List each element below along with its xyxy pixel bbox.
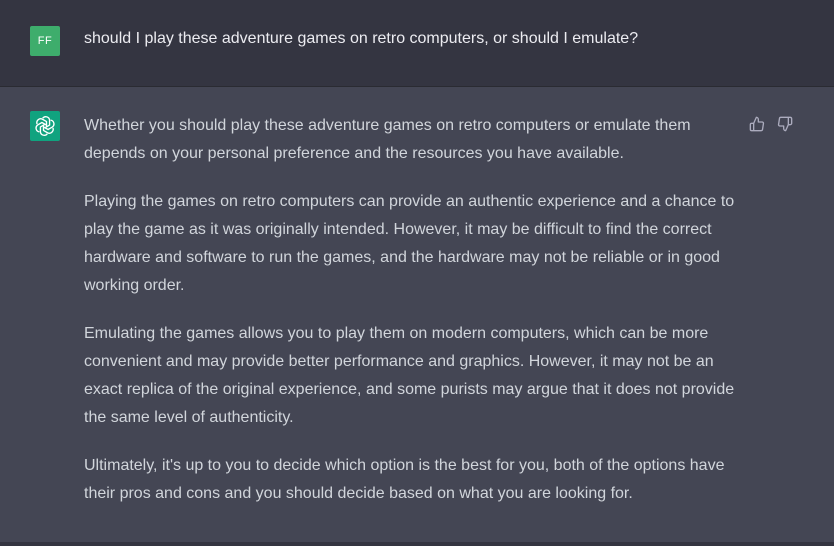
assistant-paragraph: Emulating the games allows you to play t…	[84, 325, 735, 426]
thumbs-down-button[interactable]	[776, 115, 794, 133]
user-message-text: should I play these adventure games on r…	[84, 30, 639, 47]
user-message-row: FF should I play these adventure games o…	[0, 0, 834, 87]
bottom-divider	[0, 542, 834, 546]
assistant-paragraph: Whether you should play these adventure …	[84, 117, 691, 162]
assistant-message-row: Whether you should play these adventure …	[0, 87, 834, 542]
thumbs-down-icon	[777, 116, 793, 132]
user-avatar: FF	[30, 26, 60, 56]
openai-logo-icon	[35, 116, 55, 136]
assistant-paragraph: Playing the games on retro computers can…	[84, 193, 735, 294]
assistant-avatar	[30, 111, 60, 141]
assistant-message-body: Whether you should play these adventure …	[84, 112, 744, 528]
thumbs-up-button[interactable]	[748, 115, 766, 133]
thumbs-up-icon	[749, 116, 765, 132]
assistant-paragraph: Ultimately, it's up to you to decide whi…	[84, 457, 725, 502]
